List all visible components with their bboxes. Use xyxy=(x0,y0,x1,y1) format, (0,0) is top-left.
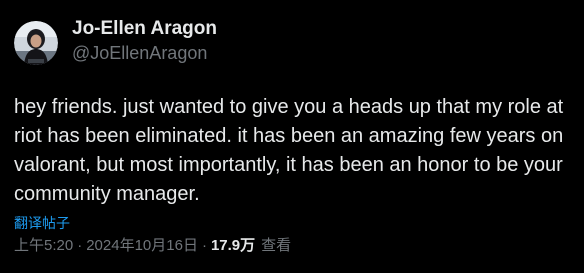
meta-separator: · xyxy=(77,237,83,254)
display-name[interactable]: Jo-Ellen Aragon xyxy=(72,17,217,41)
profile-photo-icon xyxy=(14,21,58,65)
tweet-text: hey friends. just wanted to give you a h… xyxy=(14,96,564,205)
post-date[interactable]: 2024年10月16日 xyxy=(86,236,198,256)
author-names: Jo-Ellen Aragon @JoEllenAragon xyxy=(72,17,217,65)
tweet-header: Jo-Ellen Aragon @JoEllenAragon xyxy=(14,14,570,72)
views-count[interactable]: 17.9万 xyxy=(211,236,255,256)
tweet-meta: 上午5:20 · 2024年10月16日 · 17.9万 查看 xyxy=(14,236,291,256)
post-time[interactable]: 上午5:20 xyxy=(14,236,73,256)
meta-separator-2: · xyxy=(201,237,207,254)
avatar[interactable] xyxy=(14,21,58,65)
tweet-card: Jo-Ellen Aragon @JoEllenAragon hey frien… xyxy=(0,0,584,273)
translate-post-link[interactable]: 翻译帖子 xyxy=(14,213,70,233)
views-label: 查看 xyxy=(261,237,292,254)
handle[interactable]: @JoEllenAragon xyxy=(72,41,217,65)
